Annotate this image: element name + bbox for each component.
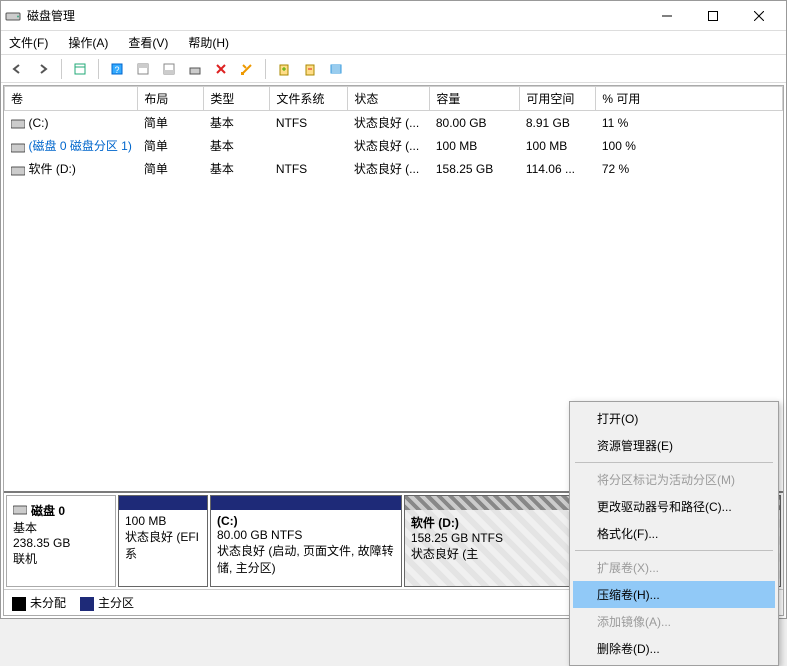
table-row[interactable]: (C:) 简单基本NTFS状态良好 (...80.00 GB8.91 GB11 % xyxy=(5,111,783,135)
part-size: 80.00 GB NTFS xyxy=(217,528,395,542)
context-menu: 打开(O) 资源管理器(E) 将分区标记为活动分区(M) 更改驱动器号和路径(C… xyxy=(569,401,779,666)
ctx-delete[interactable]: 删除卷(D)... xyxy=(573,635,775,662)
col-capacity[interactable]: 容量 xyxy=(430,87,520,111)
menu-file[interactable]: 文件(F) xyxy=(5,32,52,53)
settings-button[interactable] xyxy=(183,57,207,81)
table-row[interactable]: (磁盘 0 磁盘分区 1)简单基本状态良好 (...100 MB100 MB10… xyxy=(5,134,783,157)
disk-info-panel[interactable]: 磁盘 0 基本 238.35 GB 联机 xyxy=(6,495,116,587)
help-button[interactable]: ? xyxy=(105,57,129,81)
titlebar: 磁盘管理 xyxy=(1,1,786,31)
window-title: 磁盘管理 xyxy=(27,7,644,24)
cell-status: 状态良好 (... xyxy=(348,111,430,135)
back-button[interactable] xyxy=(5,57,29,81)
cell-capacity: 158.25 GB xyxy=(430,157,520,180)
col-volume[interactable]: 卷 xyxy=(5,87,138,111)
cell-type: 基本 xyxy=(204,134,270,157)
cell-free: 114.06 ... xyxy=(520,157,596,180)
disk-status: 联机 xyxy=(13,550,109,567)
disk-size: 238.35 GB xyxy=(13,536,109,550)
drive-icon xyxy=(11,118,25,128)
menu-action[interactable]: 操作(A) xyxy=(64,32,112,53)
partition-c[interactable]: (C:) 80.00 GB NTFS 状态良好 (启动, 页面文件, 故障转储,… xyxy=(210,495,402,587)
menu-view[interactable]: 查看(V) xyxy=(124,32,172,53)
list-icon[interactable] xyxy=(324,57,348,81)
menu-help[interactable]: 帮助(H) xyxy=(184,32,233,53)
delete-icon[interactable] xyxy=(209,57,233,81)
cell-layout: 简单 xyxy=(138,111,204,135)
col-fs[interactable]: 文件系统 xyxy=(270,87,348,111)
cell-pct: 72 % xyxy=(596,157,783,180)
app-icon xyxy=(5,8,21,24)
cell-free: 8.91 GB xyxy=(520,111,596,135)
cell-layout: 简单 xyxy=(138,134,204,157)
volume-name: (C:) xyxy=(29,116,49,130)
ctx-shrink[interactable]: 压缩卷(H)... xyxy=(573,581,775,608)
view-bottom-button[interactable] xyxy=(157,57,181,81)
cell-free: 100 MB xyxy=(520,134,596,157)
part-status: 状态良好 (EFI 系 xyxy=(125,528,201,562)
col-layout[interactable]: 布局 xyxy=(138,87,204,111)
cell-layout: 简单 xyxy=(138,157,204,180)
cell-fs: NTFS xyxy=(270,111,348,135)
cell-status: 状态良好 (... xyxy=(348,134,430,157)
cell-fs xyxy=(270,134,348,157)
ctx-mark-active: 将分区标记为活动分区(M) xyxy=(573,466,775,493)
drive-icon xyxy=(11,142,25,152)
ctx-open[interactable]: 打开(O) xyxy=(573,405,775,432)
ctx-mirror: 添加镜像(A)... xyxy=(573,608,775,635)
cell-fs: NTFS xyxy=(270,157,348,180)
drive-icon xyxy=(11,165,25,175)
col-free[interactable]: 可用空间 xyxy=(520,87,596,111)
disk-name: 磁盘 0 xyxy=(31,502,65,519)
table-row[interactable]: 软件 (D:) 简单基本NTFS状态良好 (...158.25 GB114.06 … xyxy=(5,157,783,180)
part-title: 软件 (D:) xyxy=(411,516,459,530)
cell-capacity: 80.00 GB xyxy=(430,111,520,135)
part-title: (C:) xyxy=(217,514,238,528)
part-status: 状态良好 (启动, 页面文件, 故障转储, 主分区) xyxy=(217,542,395,576)
cell-status: 状态良好 (... xyxy=(348,157,430,180)
show-hide-button[interactable] xyxy=(68,57,92,81)
close-button[interactable] xyxy=(736,1,782,31)
col-type[interactable]: 类型 xyxy=(204,87,270,111)
ctx-explorer[interactable]: 资源管理器(E) xyxy=(573,432,775,459)
disk-icon xyxy=(13,504,27,518)
cell-pct: 100 % xyxy=(596,134,783,157)
legend-primary: 主分区 xyxy=(98,596,134,610)
action-icon-1[interactable] xyxy=(272,57,296,81)
disk-management-window: 磁盘管理 文件(F) 操作(A) 查看(V) 帮助(H) ? xyxy=(0,0,787,619)
action-icon-2[interactable] xyxy=(298,57,322,81)
partition-efi[interactable]: 100 MB 状态良好 (EFI 系 xyxy=(118,495,208,587)
toolbar: ? xyxy=(1,55,786,83)
menubar: 文件(F) 操作(A) 查看(V) 帮助(H) xyxy=(1,31,786,55)
legend-unallocated: 未分配 xyxy=(30,596,66,610)
ctx-extend: 扩展卷(X)... xyxy=(573,554,775,581)
cell-capacity: 100 MB xyxy=(430,134,520,157)
cell-type: 基本 xyxy=(204,111,270,135)
ctx-change-letter[interactable]: 更改驱动器号和路径(C)... xyxy=(573,493,775,520)
properties-button[interactable] xyxy=(235,57,259,81)
minimize-button[interactable] xyxy=(644,1,690,31)
col-status[interactable]: 状态 xyxy=(348,87,430,111)
view-top-button[interactable] xyxy=(131,57,155,81)
maximize-button[interactable] xyxy=(690,1,736,31)
cell-type: 基本 xyxy=(204,157,270,180)
ctx-format[interactable]: 格式化(F)... xyxy=(573,520,775,547)
col-pct[interactable]: % 可用 xyxy=(596,87,783,111)
volume-name: 软件 (D:) xyxy=(29,162,76,176)
cell-pct: 11 % xyxy=(596,111,783,135)
part-size: 100 MB xyxy=(125,514,201,528)
volume-name: (磁盘 0 磁盘分区 1) xyxy=(29,139,132,153)
forward-button[interactable] xyxy=(31,57,55,81)
svg-text:?: ? xyxy=(114,65,119,75)
disk-type: 基本 xyxy=(13,519,109,536)
